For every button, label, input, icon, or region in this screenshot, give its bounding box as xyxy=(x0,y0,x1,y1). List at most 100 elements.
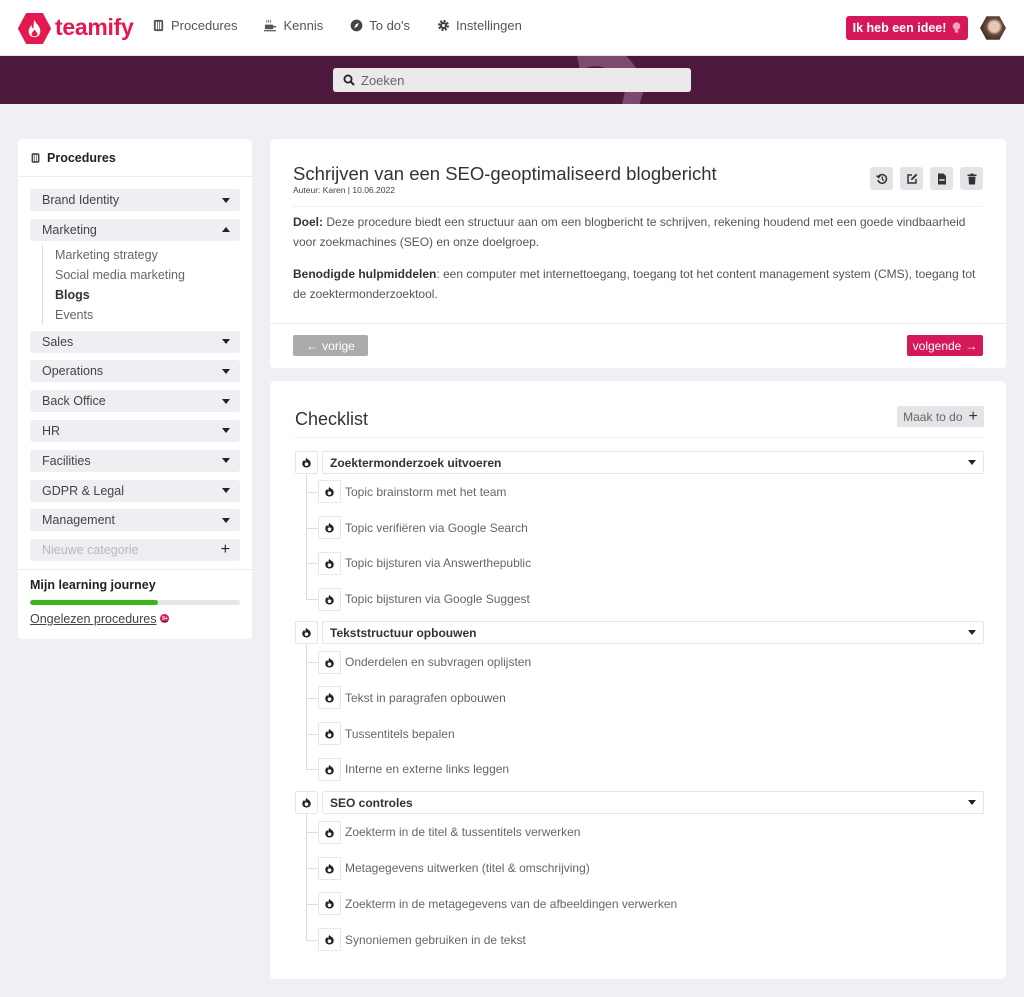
item-complete-toggle[interactable] xyxy=(318,892,341,916)
category-back-office[interactable]: Back Office xyxy=(30,390,240,413)
subcategory-social-media-marketing[interactable]: Social media marketing xyxy=(55,265,240,285)
checklist-item-label: Topic bijsturen via Answerthepublic xyxy=(345,556,532,571)
category-marketing[interactable]: Marketing xyxy=(30,218,240,241)
checklist-group-toggle[interactable]: Zoektermonderzoek uitvoeren xyxy=(322,451,984,474)
previous-button[interactable]: ← vorige xyxy=(293,335,368,356)
checklist-item-label: Topic bijsturen via Google Suggest xyxy=(345,592,530,607)
edit-button[interactable] xyxy=(900,167,923,190)
caret-down-icon xyxy=(222,368,230,374)
compass-icon xyxy=(350,19,363,32)
caret-down-icon xyxy=(222,458,230,464)
item-complete-toggle[interactable] xyxy=(318,722,341,746)
item-complete-toggle[interactable] xyxy=(318,587,341,611)
item-complete-toggle[interactable] xyxy=(318,820,341,844)
checklist-item: Synoniemen gebruiken in de tekst xyxy=(306,922,984,958)
item-complete-toggle[interactable] xyxy=(318,757,341,781)
nav-todos[interactable]: To do's xyxy=(350,18,410,33)
new-category-input[interactable]: Nieuwe categorie + xyxy=(30,539,240,562)
checklist-group-header: SEO controles xyxy=(295,791,984,815)
category-sales[interactable]: Sales xyxy=(30,330,240,353)
plus-icon: + xyxy=(968,407,978,425)
pdf-icon xyxy=(937,173,946,184)
category-management[interactable]: Management xyxy=(30,509,240,532)
flame-icon xyxy=(325,728,334,739)
checklist-item: Interne en externe links leggen xyxy=(306,752,984,788)
category-facilities[interactable]: Facilities xyxy=(30,449,240,472)
goal-text: Deze procedure biedt een structuur aan o… xyxy=(293,215,966,249)
item-complete-toggle[interactable] xyxy=(318,551,341,575)
idea-button[interactable]: Ik heb een idee! xyxy=(846,16,968,40)
item-complete-toggle[interactable] xyxy=(318,928,341,952)
make-todo-button[interactable]: Maak to do + xyxy=(897,406,984,427)
pdf-button[interactable] xyxy=(930,167,953,190)
item-complete-toggle[interactable] xyxy=(318,516,341,540)
lightbulb-icon xyxy=(953,22,961,33)
checklist-item-label: Topic verifiëren via Google Search xyxy=(345,520,528,535)
flame-icon xyxy=(325,827,334,838)
category-brand-identity[interactable]: Brand Identity xyxy=(30,189,240,211)
item-complete-toggle[interactable] xyxy=(318,480,341,504)
item-complete-toggle[interactable] xyxy=(318,650,341,674)
group-complete-toggle[interactable] xyxy=(295,451,318,474)
procedure-card: Schrijven van een SEO-geoptimaliseerd bl… xyxy=(270,139,1006,368)
unread-badge: 9+ xyxy=(160,614,170,624)
goal-paragraph: Doel: Deze procedure biedt een structuur… xyxy=(293,212,983,252)
group-complete-toggle[interactable] xyxy=(295,621,318,645)
unread-procedures-link[interactable]: Ongelezen procedures 9+ xyxy=(30,612,240,626)
history-button[interactable] xyxy=(870,167,893,190)
gear-icon xyxy=(438,20,450,31)
divider xyxy=(270,323,1006,324)
category-label: HR xyxy=(42,423,61,438)
caret-down-icon xyxy=(222,488,230,494)
category-label: GDPR & Legal xyxy=(42,483,124,498)
category-gdpr-legal[interactable]: GDPR & Legal xyxy=(30,479,240,502)
caret-down-icon xyxy=(222,517,230,523)
sidebar-title: Procedures xyxy=(47,150,116,165)
teamify-logo[interactable]: teamify xyxy=(18,12,134,45)
nav-kennis[interactable]: Kennis xyxy=(264,18,323,33)
caret-down-icon xyxy=(222,339,230,345)
caret-down-icon xyxy=(222,428,230,434)
checklist-groups: Zoektermonderzoek uitvoeren Topic brainst… xyxy=(295,451,984,962)
category-operations[interactable]: Operations xyxy=(30,360,240,383)
search-input[interactable] xyxy=(361,72,661,88)
main-nav: Procedures Kennis To do's Instellingen xyxy=(152,18,522,33)
checklist-item: Tekst in paragrafen opbouwen xyxy=(306,680,984,716)
search-banner xyxy=(0,56,1024,104)
flame-icon xyxy=(325,657,334,668)
checklist-item-label: Synoniemen gebruiken in de tekst xyxy=(345,932,526,947)
caret-down-icon xyxy=(968,460,976,465)
subcategory-events[interactable]: Events xyxy=(55,305,240,325)
checklist-group: SEO controles Zoekterm in de titel & tuss… xyxy=(295,791,984,957)
flame-logo-icon xyxy=(18,12,51,45)
search-bar[interactable] xyxy=(333,68,691,92)
divider xyxy=(295,437,984,438)
checklist-group-toggle[interactable]: SEO controles xyxy=(322,791,984,815)
checklist-item-label: Onderdelen en subvragen oplijsten xyxy=(345,655,532,670)
brand-name: teamify xyxy=(55,14,134,40)
user-avatar[interactable] xyxy=(980,16,1006,40)
checklist-group-toggle[interactable]: Tekststructuur opbouwen xyxy=(322,621,984,645)
nav-procedures[interactable]: Procedures xyxy=(152,18,237,33)
subcategory-blogs[interactable]: Blogs xyxy=(55,285,240,305)
group-complete-toggle[interactable] xyxy=(295,791,318,815)
nav-kennis-label: Kennis xyxy=(283,18,324,33)
caret-down-icon xyxy=(222,197,230,203)
checklist-item: Zoekterm in de titel & tussentitels verw… xyxy=(306,814,984,850)
next-button[interactable]: volgende → xyxy=(907,335,983,356)
checklist-item: Topic verifiëren via Google Search xyxy=(306,510,984,546)
nav-instellingen[interactable]: Instellingen xyxy=(437,18,522,33)
arrow-right-icon: → xyxy=(965,338,978,353)
caret-up-icon xyxy=(222,227,230,233)
item-complete-toggle[interactable] xyxy=(318,686,341,710)
category-hr[interactable]: HR xyxy=(30,419,240,442)
checklist-item: Topic bijsturen via Answerthepublic xyxy=(306,546,984,582)
plus-icon[interactable]: + xyxy=(221,542,230,558)
checklist-item: Topic bijsturen via Google Suggest xyxy=(306,581,984,617)
subcategory-marketing-strategy[interactable]: Marketing strategy xyxy=(55,245,240,265)
item-complete-toggle[interactable] xyxy=(318,856,341,880)
delete-button[interactable] xyxy=(960,167,983,190)
next-label: volgende xyxy=(912,338,962,353)
building-icon xyxy=(153,19,164,32)
learning-progress-fill xyxy=(30,599,159,605)
